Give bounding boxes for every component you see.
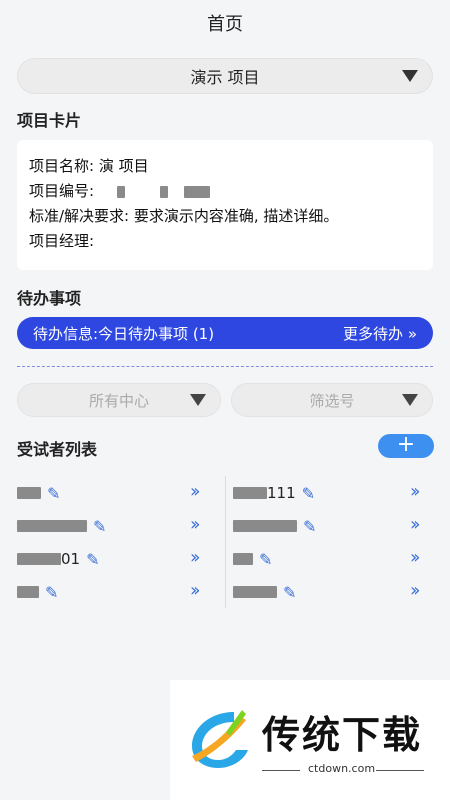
double-chevron-right-icon[interactable]: ›› xyxy=(190,547,201,568)
screening-filter-placeholder: 筛选号 xyxy=(309,391,355,410)
double-chevron-right-icon: » xyxy=(407,324,417,343)
subject-item[interactable]: ✎ xyxy=(17,513,106,539)
list-divider xyxy=(225,476,226,608)
todo-section-title: 待办事项 xyxy=(17,289,82,308)
project-card: 项目名称: 演 项目 项目编号: 标准/解决要求: 要求演示内容准确, 描述详细… xyxy=(17,140,433,270)
project-selector[interactable]: 演示 项目 xyxy=(17,58,433,94)
todo-bar[interactable]: 待办信息:今日待办事项 (1) 更多待办 » xyxy=(17,317,433,349)
more-todo-label: 更多待办 xyxy=(343,324,404,343)
double-chevron-right-icon[interactable]: ›› xyxy=(410,580,421,601)
watermark-brand: 传统下载 xyxy=(262,713,423,757)
project-manager-row: 项目经理: xyxy=(29,229,421,254)
edit-pencil-icon[interactable]: ✎ xyxy=(86,550,99,569)
edit-pencil-icon[interactable]: ✎ xyxy=(259,550,272,569)
redacted-block xyxy=(233,487,267,499)
subject-item[interactable]: ✎ xyxy=(17,480,60,506)
redacted-block xyxy=(116,185,125,198)
center-filter-placeholder: 所有中心 xyxy=(88,391,149,410)
page-title: 首页 xyxy=(207,14,243,35)
subject-id: 111 xyxy=(267,484,296,502)
subjects-section-title: 受试者列表 xyxy=(17,440,98,459)
double-chevron-right-icon[interactable]: ›› xyxy=(410,514,421,535)
watermark-line xyxy=(262,770,300,771)
double-chevron-right-icon[interactable]: ›› xyxy=(190,481,201,502)
project-selector-value: 演示 项目 xyxy=(190,68,260,87)
todo-info: 待办信息:今日待办事项 (1) xyxy=(33,324,215,343)
watermark-line xyxy=(376,770,424,771)
project-standard-value: 要求演示内容准确, 描述详细。 xyxy=(133,207,339,225)
dropdown-triangle-icon xyxy=(190,394,206,406)
edit-pencil-icon[interactable]: ✎ xyxy=(283,583,296,602)
edit-pencil-icon[interactable]: ✎ xyxy=(93,517,106,536)
subject-id: 01 xyxy=(61,550,81,568)
redacted-block xyxy=(17,553,61,565)
subject-item[interactable]: ✎ xyxy=(233,579,296,605)
redacted-block xyxy=(17,586,39,598)
subject-item[interactable]: ✎ xyxy=(233,546,272,572)
redacted-block xyxy=(17,520,87,532)
subject-item[interactable]: ✎ xyxy=(17,579,58,605)
watermark-logo-icon xyxy=(192,710,248,768)
edit-pencil-icon[interactable]: ✎ xyxy=(45,583,58,602)
watermark: 传统下载 ctdown.com xyxy=(170,680,450,800)
project-card-title: 项目卡片 xyxy=(17,111,82,130)
double-chevron-right-icon[interactable]: ›› xyxy=(190,514,201,535)
add-subject-button[interactable]: + xyxy=(378,434,434,458)
section-divider xyxy=(17,366,433,367)
dropdown-triangle-icon xyxy=(402,394,418,406)
edit-pencil-icon[interactable]: ✎ xyxy=(47,484,60,503)
redacted-block xyxy=(233,586,277,598)
redacted-block xyxy=(184,185,211,198)
double-chevron-right-icon[interactable]: ›› xyxy=(410,547,421,568)
edit-pencil-icon[interactable]: ✎ xyxy=(303,517,316,536)
project-name-value: 演 项目 xyxy=(98,157,149,175)
edit-pencil-icon[interactable]: ✎ xyxy=(302,484,315,503)
subject-item[interactable]: ✎ xyxy=(233,513,316,539)
project-code-label: 项目编号: xyxy=(29,182,95,200)
redacted-block xyxy=(17,487,41,499)
project-standard-label: 标准/解决要求: xyxy=(29,207,130,225)
project-manager-label: 项目经理: xyxy=(29,232,95,250)
redacted-block xyxy=(159,185,168,198)
project-name-label: 项目名称: xyxy=(29,157,95,175)
screening-number-filter[interactable]: 筛选号 xyxy=(231,383,433,417)
more-todo-link[interactable]: 更多待办 » xyxy=(343,323,417,344)
subject-item[interactable]: 01 ✎ xyxy=(17,546,100,572)
project-code-row: 项目编号: xyxy=(29,179,421,204)
redacted-block xyxy=(233,520,297,532)
dropdown-triangle-icon xyxy=(402,70,418,82)
double-chevron-right-icon[interactable]: ›› xyxy=(190,580,201,601)
center-filter-dropdown[interactable]: 所有中心 xyxy=(17,383,221,417)
redacted-block xyxy=(233,553,253,565)
double-chevron-right-icon[interactable]: ›› xyxy=(410,481,421,502)
watermark-site: ctdown.com xyxy=(308,762,376,775)
subject-item[interactable]: 111 ✎ xyxy=(233,480,315,506)
project-standard-row: 标准/解决要求: 要求演示内容准确, 描述详细。 xyxy=(29,204,421,229)
project-name-row: 项目名称: 演 项目 xyxy=(29,154,421,179)
